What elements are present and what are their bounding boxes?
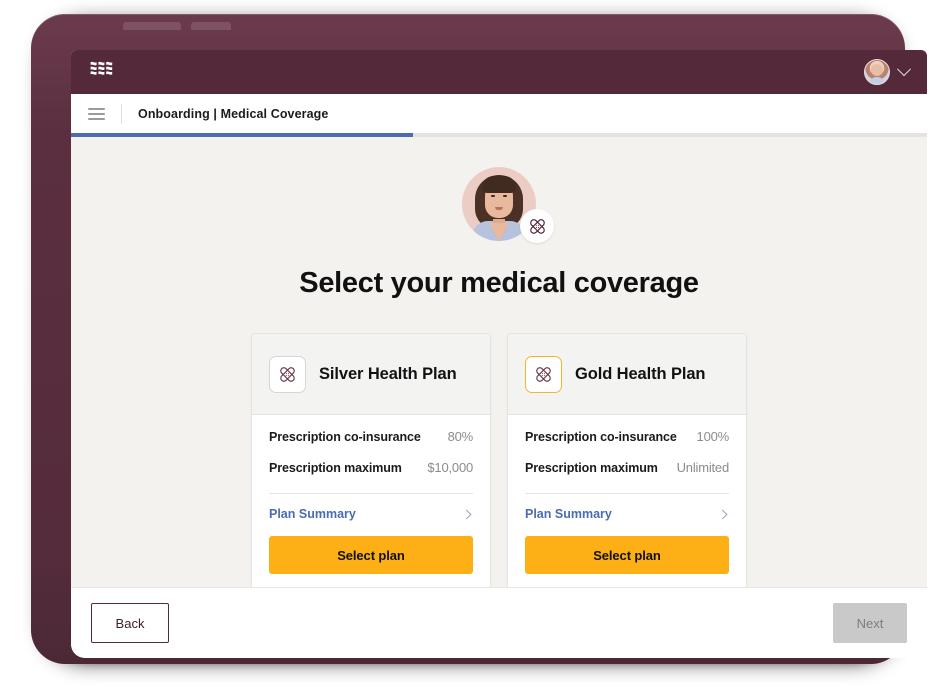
plan-detail-label: Prescription co-insurance	[269, 430, 421, 444]
select-plan-button[interactable]: Select plan	[269, 536, 473, 574]
bandage-medical-icon-badge	[520, 209, 554, 243]
screenshot-stage: Onboarding | Medical Coverage Select you…	[0, 0, 936, 692]
footer-bar: Back Next	[71, 587, 927, 658]
plan-card-body: Prescription co-insurance 100% Prescript…	[508, 415, 746, 587]
page-title: Select your medical coverage	[299, 267, 699, 299]
plan-card-gold[interactable]: Gold Health Plan Prescription co-insuran…	[507, 333, 747, 587]
select-plan-button[interactable]: Select plan	[525, 536, 729, 574]
plan-summary-label: Plan Summary	[525, 507, 612, 521]
hamburger-menu-icon[interactable]	[88, 107, 105, 120]
plan-summary-link[interactable]: Plan Summary	[525, 494, 729, 536]
plan-detail-label: Prescription maximum	[525, 461, 658, 475]
plan-card-header: Gold Health Plan	[508, 334, 746, 415]
plan-detail-value: $10,000	[427, 460, 473, 475]
hero-avatar-group	[462, 167, 554, 243]
chevron-right-icon	[461, 509, 472, 519]
chevron-right-icon	[717, 509, 728, 519]
plan-detail-label: Prescription maximum	[269, 461, 402, 475]
device-notch-left	[123, 22, 181, 30]
bandage-medical-icon	[269, 355, 306, 393]
breadcrumb-bar: Onboarding | Medical Coverage	[71, 94, 927, 133]
next-button[interactable]: Next	[833, 603, 907, 643]
app-screen: Onboarding | Medical Coverage Select you…	[71, 50, 927, 658]
plan-card-header: Silver Health Plan	[252, 334, 490, 415]
top-brand-bar	[71, 50, 927, 94]
user-avatar[interactable]	[864, 59, 890, 85]
device-notch-right	[191, 22, 231, 30]
plan-detail-label: Prescription co-insurance	[525, 430, 677, 444]
back-button[interactable]: Back	[91, 603, 169, 643]
plan-detail-row: Prescription maximum $10,000	[269, 450, 473, 481]
plan-detail-value: Unlimited	[676, 460, 730, 475]
plan-card-body: Prescription co-insurance 80% Prescripti…	[252, 415, 490, 587]
rippling-waves-logo[interactable]	[89, 61, 115, 83]
plan-card-silver[interactable]: Silver Health Plan Prescription co-insur…	[251, 333, 491, 587]
plan-detail-row: Prescription co-insurance 80%	[269, 415, 473, 450]
plan-summary-link[interactable]: Plan Summary	[269, 494, 473, 536]
plan-detail-row: Prescription co-insurance 100%	[525, 415, 729, 450]
account-menu[interactable]	[864, 59, 912, 85]
breadcrumb-divider	[121, 103, 122, 124]
chevron-down-icon[interactable]	[896, 62, 912, 77]
plan-card-list: Silver Health Plan Prescription co-insur…	[251, 333, 747, 587]
main-content: Select your medical coverage Silver Heal…	[71, 137, 927, 587]
tablet-device-frame: Onboarding | Medical Coverage Select you…	[31, 14, 927, 664]
breadcrumb: Onboarding | Medical Coverage	[138, 106, 329, 121]
bandage-medical-icon	[525, 355, 562, 393]
plan-detail-row: Prescription maximum Unlimited	[525, 450, 729, 481]
plan-name: Silver Health Plan	[319, 364, 457, 383]
plan-summary-label: Plan Summary	[269, 507, 356, 521]
plan-detail-value: 100%	[696, 429, 730, 444]
plan-detail-value: 80%	[447, 429, 474, 444]
plan-name: Gold Health Plan	[575, 364, 706, 383]
